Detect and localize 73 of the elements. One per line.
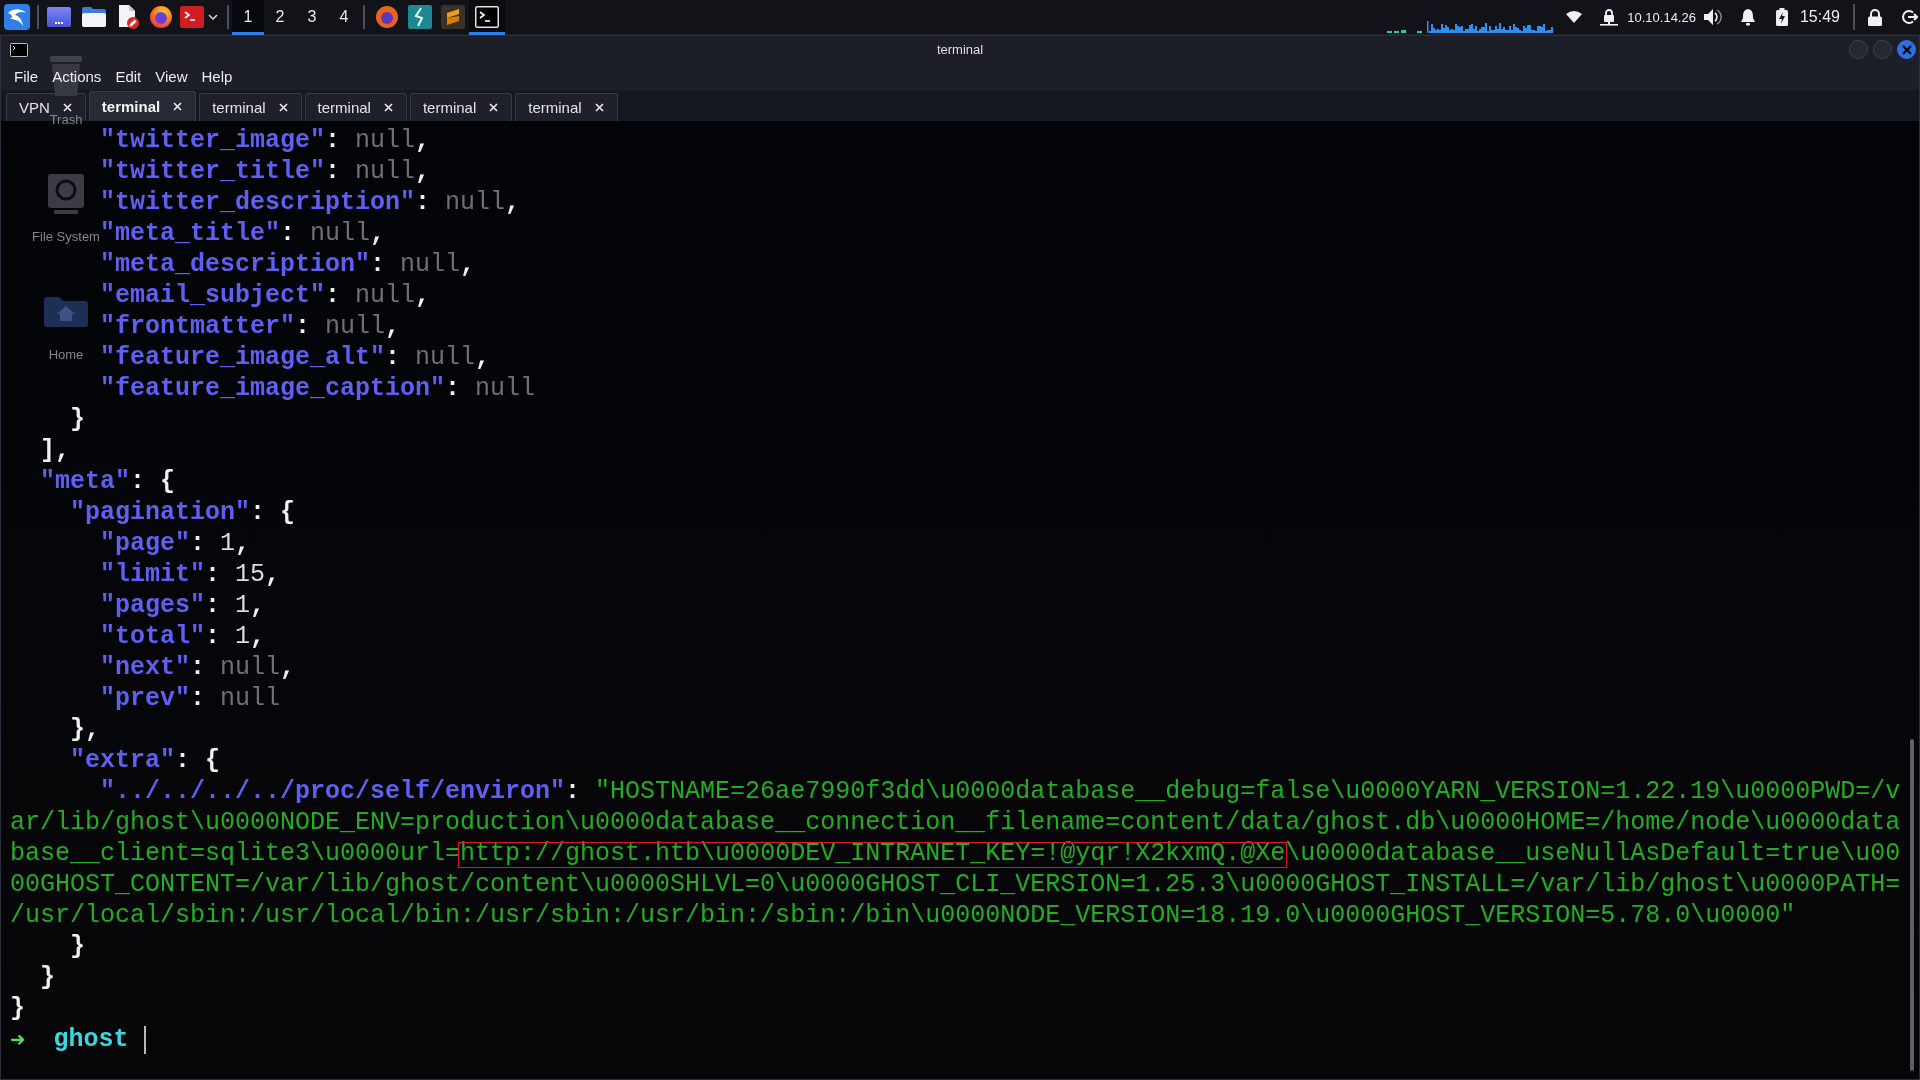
volume-icon[interactable]	[1703, 9, 1722, 25]
json-line: "twitter_image": null,	[100, 125, 431, 156]
folder-icon[interactable]	[82, 7, 106, 27]
tab[interactable]: terminal	[199, 93, 302, 121]
json-line: base__client=sqlite3\u0000url=http://ghost.htb\u0000DEV_INTRANET_KEY=!@yqr!X2kxmQ.@Xe\u0000database__useNullAsDefault=true\u00	[10, 838, 1901, 869]
menu-item[interactable]: Help	[194, 65, 240, 88]
json-line: "meta_title": null,	[100, 218, 386, 249]
desktop-icon-label[interactable]: Home	[48, 347, 84, 362]
prompt-directory: ghost	[53, 1024, 129, 1055]
browser-icon[interactable]	[149, 5, 173, 29]
json-line: /usr/local/sbin:/usr/local/bin:/usr/sbin:/usr/bin:/sbin:/bin\u0000NODE_VERSION=18.19.0\u0000GHOST_VERSION=5.78.0\u0000"	[10, 900, 1796, 931]
bell-icon[interactable]	[1739, 8, 1756, 26]
ip-address: 10.10.14.26	[1627, 9, 1696, 25]
json-line: "frontmatter": null,	[100, 311, 401, 342]
terminal-icon	[10, 42, 28, 57]
json-line: "prev": null	[100, 683, 281, 714]
lightning-tile-icon[interactable]	[407, 5, 432, 29]
tab[interactable]: terminal	[304, 93, 407, 121]
wifi-icon[interactable]	[1566, 11, 1583, 23]
app-menu-icon[interactable]	[4, 4, 30, 30]
tab[interactable]: terminal	[88, 91, 197, 121]
menu-item[interactable]: View	[148, 65, 195, 88]
json-line: "../../../../proc/self/environ": "HOSTNAME=26ae7990f3dd\u0000database__debug=false\u0000YARN_VERSION=1.22.19\u0000PWD=/v	[100, 776, 1901, 807]
json-line: }	[70, 931, 85, 962]
workspace-button[interactable]: 1	[232, 0, 264, 35]
workspace-button[interactable]: 3	[296, 0, 328, 35]
network-lock-icon[interactable]	[1600, 8, 1619, 26]
stripes-tile-icon[interactable]	[440, 5, 465, 29]
workspace-button[interactable]: 4	[328, 0, 360, 35]
json-line: 00GHOST_CONTENT=/var/lib/ghost/content\u0000SHLVL=0\u0000GHOST_CLI_VERSION=1.25.3\u0000GHOST_INSTALL=/var/lib/ghost\u0000PATH=	[10, 869, 1901, 900]
json-line: "pagination": {	[70, 497, 296, 528]
json-line: "page": 1,	[100, 528, 251, 559]
desktop-icon[interactable]	[47, 7, 71, 27]
json-line: "feature_image_alt": null,	[100, 342, 491, 373]
json-line: "extra": {	[70, 745, 221, 776]
json-line: }	[10, 993, 25, 1024]
json-line: "feature_image_caption": null	[100, 373, 536, 404]
terminal-icon[interactable]	[475, 6, 499, 28]
tab[interactable]: terminal	[515, 93, 618, 121]
json-line: "twitter_description": null,	[100, 187, 521, 218]
prompt-arrow: ➜	[10, 1024, 26, 1055]
json-line: "meta_description": null,	[100, 249, 476, 280]
json-line: },	[70, 714, 101, 745]
json-line: "twitter_title": null,	[100, 156, 431, 187]
json-line: "email_subject": null,	[100, 280, 431, 311]
json-line: }	[40, 962, 55, 993]
menu-item[interactable]: Edit	[108, 65, 149, 88]
scrollbar[interactable]	[1910, 739, 1914, 1071]
document-edit-icon[interactable]	[117, 5, 139, 29]
json-line: ],	[40, 435, 71, 466]
json-line: "total": 1,	[100, 621, 266, 652]
tab[interactable]: terminal	[409, 93, 513, 121]
clock: 15:49	[1799, 8, 1840, 26]
window-title: terminal	[936, 42, 984, 57]
menu-item[interactable]: File	[7, 65, 46, 88]
desktop-icon-label[interactable]: File System	[32, 229, 100, 244]
json-line: ar/lib/ghost\u0000NODE_ENV=production\u0000database__connection__filename=content/data/ghost.db\u0000HOME=/home/node\u0000data	[10, 807, 1901, 838]
menu-item[interactable]: Actions	[45, 65, 109, 88]
lock-icon[interactable]	[1868, 8, 1882, 26]
json-line: }	[70, 404, 85, 435]
json-line: "limit": 15,	[100, 559, 281, 590]
close-button[interactable]	[1897, 40, 1916, 59]
home-folder-icon[interactable]	[44, 297, 88, 327]
battery-charging-icon[interactable]	[1775, 8, 1788, 26]
browser-icon[interactable]	[374, 5, 399, 29]
workspace-button[interactable]: 2	[264, 0, 296, 35]
text-cursor-icon	[143, 1025, 146, 1054]
json-line: "meta": {	[40, 466, 176, 497]
chevron-down-icon[interactable]	[208, 14, 218, 20]
task-button[interactable]	[469, 0, 505, 35]
json-line: "pages": 1,	[100, 590, 266, 621]
logout-icon[interactable]	[1902, 9, 1918, 25]
json-line: "next": null,	[100, 652, 296, 683]
